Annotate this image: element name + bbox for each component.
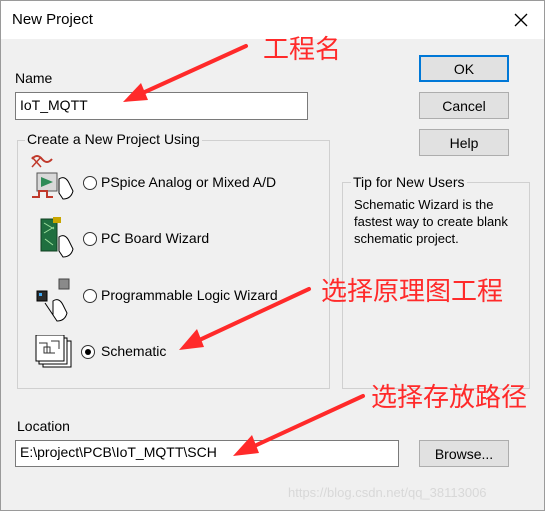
arrow-head-name [123,83,148,102]
arrow-head-schematic [179,329,204,350]
new-project-dialog: New Project Name IoT_MQTT OK Cancel Help… [0,0,545,511]
annotation-arrows [123,44,365,456]
arrow-to-name [134,44,248,98]
arrow-head-location [233,435,259,456]
arrow-to-location [246,394,365,451]
arrow-to-schematic [191,287,311,345]
watermark: https://blog.csdn.net/qq_38113006 [288,485,487,500]
